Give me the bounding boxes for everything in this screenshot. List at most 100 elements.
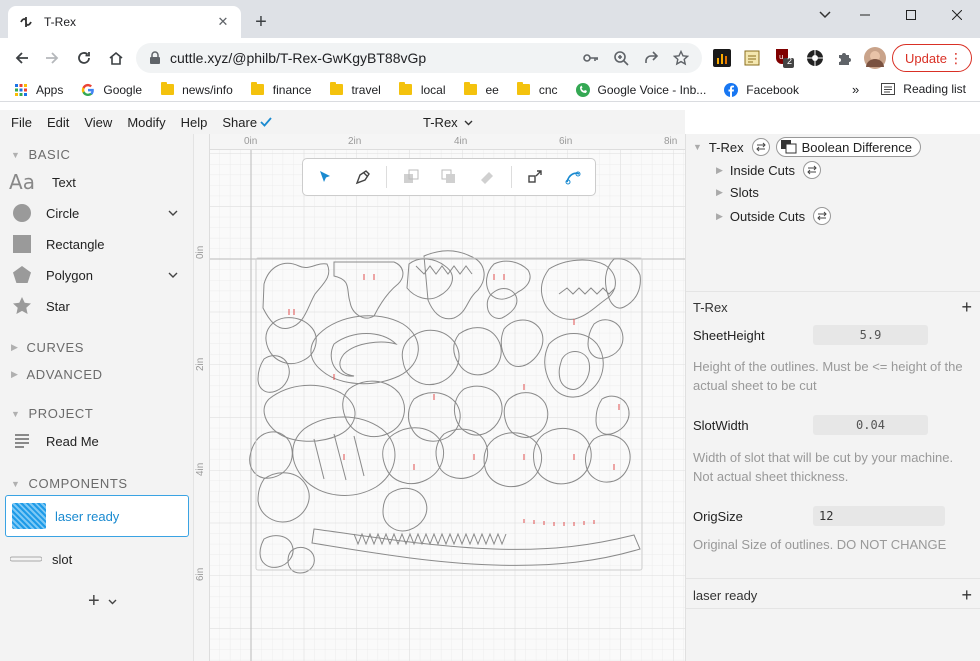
boolean-difference-pill[interactable]: Boolean Difference <box>775 137 921 157</box>
home-icon[interactable] <box>104 46 128 70</box>
section-advanced[interactable]: ▶ ADVANCED <box>11 367 103 382</box>
expanded-triangle-icon: ▼ <box>693 142 702 152</box>
bookmark-label: Facebook <box>746 82 799 97</box>
section-basic[interactable]: ▼ BASIC <box>11 147 71 162</box>
tree-outside-cuts[interactable]: ▶ Outside Cuts <box>716 207 832 225</box>
address-bar[interactable]: cuttle.xyz/@philb/T-Rex-GwKgyBT88vGp <box>136 43 702 73</box>
shape-text[interactable]: Aa Text <box>9 169 184 195</box>
menu-help[interactable]: Help <box>181 115 208 130</box>
bookmark-folder-cnc[interactable]: cnc <box>517 82 558 97</box>
plus-icon: + <box>88 590 100 612</box>
close-window-button[interactable] <box>934 0 980 30</box>
more-bookmarks-icon[interactable]: » <box>852 82 859 97</box>
boolean-label: Boolean Difference <box>801 139 912 155</box>
new-tab-button[interactable]: + <box>250 12 272 34</box>
design-canvas[interactable]: 0in 2in 4in 6in 8in 0in 2in 4in 6in <box>194 134 685 661</box>
folder-icon <box>329 82 343 97</box>
component-label: slot <box>52 551 73 567</box>
lock-icon[interactable] <box>148 51 162 65</box>
bookmark-folder-news[interactable]: news/info <box>160 82 233 97</box>
sheet-height-input[interactable]: 5.9 <box>813 325 928 345</box>
shape-star[interactable]: Star <box>10 293 184 319</box>
share-page-icon[interactable] <box>642 49 660 67</box>
tree-label: Slots <box>729 185 759 200</box>
bookmark-star-icon[interactable] <box>672 49 690 67</box>
orig-size-input[interactable]: 12 <box>813 506 945 526</box>
shape-rectangle[interactable]: Rectangle <box>10 231 184 257</box>
make-component-icon[interactable] <box>522 163 550 191</box>
reload-icon[interactable] <box>72 46 96 70</box>
bookmark-folder-ee[interactable]: ee <box>464 82 499 97</box>
tree-inside-cuts[interactable]: ▶ Inside Cuts <box>716 161 821 179</box>
tab-search-icon[interactable] <box>814 6 836 24</box>
maximize-window-button[interactable] <box>888 0 934 30</box>
zoom-icon[interactable] <box>612 49 630 67</box>
ublock-extension-icon[interactable]: u2 <box>773 48 795 68</box>
chevron-down-icon[interactable] <box>168 208 178 219</box>
shape-circle[interactable]: Circle <box>10 200 184 226</box>
back-arrow-icon[interactable] <box>10 46 34 70</box>
bookmark-google-voice[interactable]: Google Voice - Inb... <box>575 82 706 97</box>
tree-slots[interactable]: ▶ Slots <box>716 185 759 200</box>
section-project[interactable]: ▼ PROJECT <box>11 406 93 421</box>
app-menubar: File Edit View Modify Help Share <box>0 110 685 134</box>
circle-icon <box>10 201 34 225</box>
share-label: Share <box>222 114 258 130</box>
swap-arrows-icon[interactable] <box>751 138 770 156</box>
project-read-me[interactable]: Read Me <box>10 428 184 454</box>
read-me-label: Read Me <box>46 433 99 449</box>
reading-list-button[interactable]: Reading list <box>881 82 966 96</box>
section-components[interactable]: ▼ COMPONENTS <box>11 476 128 491</box>
update-label: Update <box>905 50 947 66</box>
check-icon <box>260 117 272 127</box>
add-parameter-button[interactable]: + <box>961 298 972 316</box>
chevron-down-icon[interactable] <box>168 270 178 281</box>
minimize-window-button[interactable] <box>842 0 888 30</box>
orig-size-description: Original Size of outlines. DO NOT CHANGE <box>693 537 947 552</box>
bookmark-folder-local[interactable]: local <box>399 82 446 97</box>
transform-icon[interactable] <box>473 163 501 191</box>
analytics-extension-icon[interactable] <box>712 48 732 68</box>
extensions-puzzle-icon[interactable] <box>834 48 854 68</box>
menu-edit[interactable]: Edit <box>47 115 69 130</box>
menu-view[interactable]: View <box>84 115 112 130</box>
notes-extension-icon[interactable] <box>742 48 762 68</box>
browser-tab[interactable]: T-Rex ✕ <box>8 6 241 38</box>
menu-share[interactable]: Share <box>222 115 272 130</box>
send-backward-icon[interactable] <box>435 163 463 191</box>
shape-polygon[interactable]: Polygon <box>10 262 184 288</box>
component-laser-ready[interactable]: laser ready <box>5 495 189 537</box>
url-text[interactable]: cuttle.xyz/@philb/T-Rex-GwKgyBT88vGp <box>170 50 582 66</box>
bookmark-facebook[interactable]: Facebook <box>724 82 799 97</box>
convert-path-icon[interactable] <box>559 163 587 191</box>
swap-arrows-icon[interactable] <box>802 161 821 179</box>
bring-forward-icon[interactable] <box>397 163 425 191</box>
tree-root-trex[interactable]: ▼ T-Rex Boolean Difference <box>693 137 921 157</box>
bookmark-folder-travel[interactable]: travel <box>329 82 381 97</box>
phone-icon <box>575 82 590 97</box>
select-arrow-tool[interactable] <box>311 163 339 191</box>
bookmark-folder-finance[interactable]: finance <box>251 82 311 97</box>
component-thumbnail <box>12 503 46 529</box>
more-menu-icon[interactable]: ⋮ <box>949 50 963 67</box>
slot-width-input[interactable]: 0.04 <box>813 415 928 435</box>
menu-modify[interactable]: Modify <box>127 115 165 130</box>
swap-arrows-icon[interactable] <box>813 207 832 225</box>
component-slot[interactable]: slot <box>10 546 184 572</box>
tab-close-icon[interactable]: ✕ <box>215 14 231 30</box>
pen-tool-icon[interactable] <box>349 163 377 191</box>
profile-avatar[interactable] <box>864 47 886 69</box>
section-curves[interactable]: ▶ CURVES <box>11 340 84 355</box>
bookmark-google[interactable]: Google <box>81 83 142 97</box>
aperture-extension-icon[interactable] <box>805 48 825 68</box>
menu-file[interactable]: File <box>11 115 32 130</box>
add-component-button[interactable]: + <box>88 590 117 613</box>
update-button[interactable]: Update ⋮ <box>892 44 972 72</box>
chevron-down-icon <box>108 599 117 604</box>
document-title[interactable]: T-Rex <box>423 115 473 130</box>
key-icon[interactable] <box>582 49 600 67</box>
forward-arrow-icon[interactable] <box>40 46 64 70</box>
bookmarks-bar: Apps Google news/info finance travel loc… <box>0 78 980 102</box>
add-laser-ready-button[interactable]: + <box>961 586 972 604</box>
bookmark-apps[interactable]: Apps <box>14 83 63 97</box>
